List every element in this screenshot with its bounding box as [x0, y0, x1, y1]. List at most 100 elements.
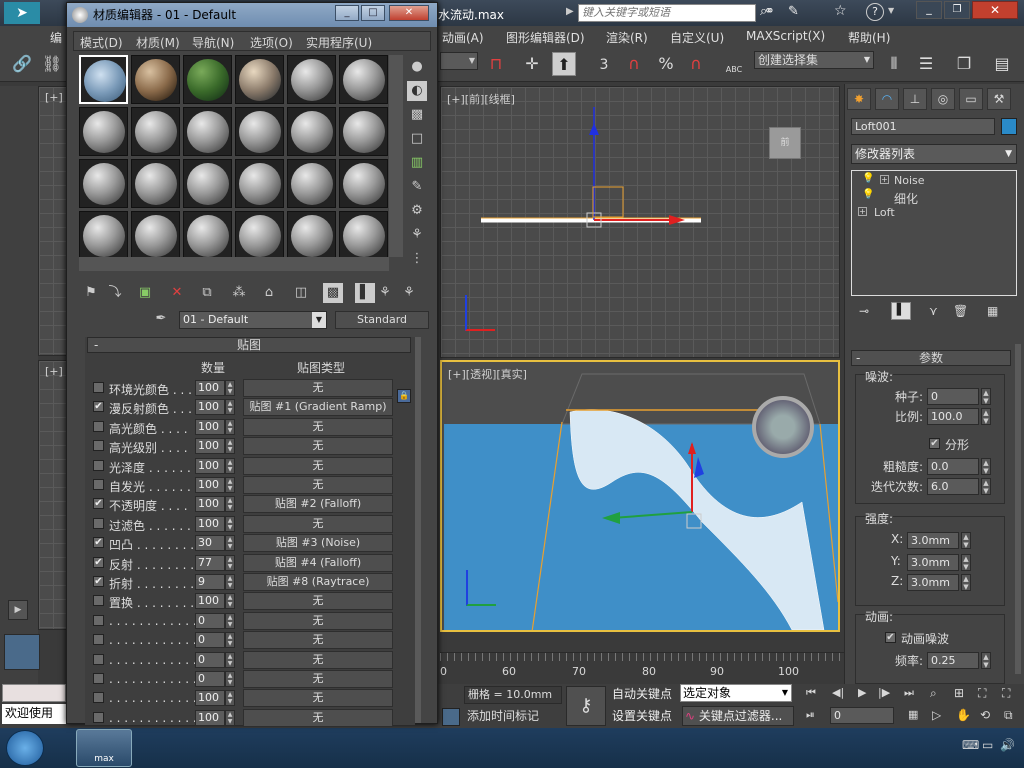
- help-dropdown-icon[interactable]: ▼: [888, 6, 894, 15]
- fov-icon[interactable]: ▷: [932, 708, 941, 722]
- map-enable-checkbox[interactable]: [93, 459, 104, 471]
- network-icon[interactable]: ▭: [982, 738, 993, 752]
- angle-snap-icon[interactable]: ∩: [622, 52, 646, 76]
- move-icon[interactable]: ✛: [520, 52, 544, 76]
- configure-sets-icon[interactable]: ▦: [987, 304, 998, 318]
- map-amount-field[interactable]: 100: [195, 438, 225, 455]
- align-icon[interactable]: ☰: [914, 52, 938, 76]
- go-to-end-icon[interactable]: ⏭: [904, 686, 914, 700]
- map-amount-field[interactable]: 100: [195, 457, 225, 474]
- prev-frame-icon[interactable]: ◀|: [832, 686, 844, 699]
- sample-slot[interactable]: [131, 211, 180, 260]
- slots-vscroll[interactable]: [389, 55, 403, 257]
- map-slot-button[interactable]: 贴图 #8 (Raytrace): [243, 573, 393, 591]
- iterations-spinner[interactable]: ▲ ▼: [981, 478, 991, 495]
- help-icon[interactable]: ?: [866, 3, 884, 21]
- binoculars-icon[interactable]: ⚭: [764, 4, 775, 19]
- show-end-result-icon[interactable]: ▌: [891, 302, 911, 320]
- isolate-icon[interactable]: [442, 708, 460, 726]
- utilities-tab-icon[interactable]: ⚒: [987, 88, 1011, 110]
- maximize-viewport-icon[interactable]: ⧉: [1004, 708, 1013, 723]
- menu-maxscript[interactable]: MAXScript(X): [746, 29, 825, 43]
- map-amount-spinner[interactable]: ▲ ▼: [225, 671, 235, 687]
- sample-slot[interactable]: [79, 159, 128, 208]
- material-map-navigator-icon[interactable]: ⋮: [407, 249, 427, 269]
- map-amount-field[interactable]: 30: [195, 535, 225, 552]
- sample-slot[interactable]: [339, 107, 388, 156]
- sample-slot[interactable]: [183, 159, 232, 208]
- material-type-button[interactable]: Standard: [335, 311, 429, 329]
- frequency-field[interactable]: 0.25: [927, 652, 979, 669]
- strength-z-field[interactable]: 3.0mm: [907, 574, 959, 591]
- make-copy-icon[interactable]: ⧉: [197, 283, 217, 303]
- map-amount-field[interactable]: 100: [195, 418, 225, 435]
- mirror-icon[interactable]: ⫴: [882, 52, 906, 76]
- stack-item-noise[interactable]: 💡 + Noise: [852, 173, 1016, 188]
- fractal-checkbox[interactable]: ✔: [929, 438, 940, 449]
- map-enable-checkbox[interactable]: [93, 420, 104, 432]
- minimize-button[interactable]: _: [916, 1, 942, 19]
- viewcube-sphere[interactable]: [752, 396, 814, 458]
- stack-item-tessellate[interactable]: 💡 细化: [852, 189, 1016, 206]
- params-rollout-header[interactable]: - 参数: [851, 350, 1011, 366]
- map-slot-button[interactable]: 无: [243, 456, 393, 475]
- map-slot-button[interactable]: 无: [243, 437, 393, 456]
- pan-icon[interactable]: ✋: [956, 708, 971, 722]
- object-color-swatch[interactable]: [1001, 118, 1017, 135]
- show-map-in-viewport-icon[interactable]: ▩: [323, 283, 343, 303]
- map-slot-button[interactable]: 无: [243, 417, 393, 436]
- map-enable-checkbox[interactable]: [93, 479, 104, 490]
- map-amount-spinner[interactable]: ▲ ▼: [225, 477, 235, 493]
- selected-object-dropdown[interactable]: 选定对象 ▼: [680, 684, 792, 702]
- tools-icon[interactable]: ✎: [788, 4, 799, 19]
- viewcube[interactable]: 前: [769, 127, 801, 159]
- zoom-all-icon[interactable]: ⊞: [954, 686, 964, 700]
- map-slot-button[interactable]: 无: [243, 592, 393, 611]
- me-menu-navigation[interactable]: 导航(N): [192, 34, 234, 51]
- sample-slot[interactable]: [287, 159, 336, 208]
- map-enable-checkbox[interactable]: [93, 653, 104, 665]
- sample-slot[interactable]: [339, 211, 388, 260]
- map-slot-button[interactable]: 贴图 #3 (Noise): [243, 534, 393, 553]
- menu-edit[interactable]: 编: [50, 29, 62, 46]
- named-selection-dropdown[interactable]: 创建选择集 ▼: [754, 51, 874, 69]
- pin-stack-icon[interactable]: ⊸: [859, 304, 869, 318]
- me-menu-utilities[interactable]: 实用程序(U): [306, 34, 372, 51]
- panel-scrollbar[interactable]: [1015, 344, 1021, 674]
- spinner-snap-icon[interactable]: ∩: [684, 52, 708, 76]
- app-logo-icon[interactable]: ➤: [4, 2, 40, 24]
- roughness-field[interactable]: 0.0: [927, 458, 979, 475]
- bulb-icon[interactable]: 💡: [862, 189, 874, 200]
- map-enable-checkbox[interactable]: [93, 711, 104, 723]
- map-enable-checkbox[interactable]: [93, 517, 104, 529]
- star-icon[interactable]: ☆: [834, 3, 847, 19]
- animate-noise-checkbox[interactable]: ✔: [885, 632, 896, 643]
- viewport-top-left[interactable]: [+]: [38, 86, 68, 356]
- hierarchy-tab-icon[interactable]: ⊥: [903, 88, 927, 110]
- map-amount-spinner[interactable]: ▲ ▼: [225, 651, 235, 668]
- unlink-icon[interactable]: ⛓: [40, 52, 64, 76]
- map-enable-checkbox[interactable]: [93, 634, 104, 646]
- me-menu-options[interactable]: 选项(O): [250, 34, 293, 51]
- sample-slot[interactable]: [287, 55, 336, 104]
- sample-slot[interactable]: [287, 107, 336, 156]
- map-amount-field[interactable]: 0: [195, 651, 225, 668]
- modify-tab-icon[interactable]: ◠: [875, 88, 899, 110]
- sample-slot[interactable]: [183, 107, 232, 156]
- set-key-icon[interactable]: ⚷: [566, 686, 606, 726]
- map-amount-field[interactable]: 0: [195, 671, 225, 687]
- pivot-icon[interactable]: ⊓: [484, 52, 508, 76]
- key-filters-button[interactable]: ∿ 关键点过滤器...: [682, 706, 794, 726]
- map-amount-field[interactable]: 0: [195, 632, 225, 649]
- material-name-field[interactable]: 01 - Default ▼: [179, 311, 327, 329]
- map-amount-spinner[interactable]: ▲ ▼: [225, 632, 235, 649]
- snap-toggle-icon[interactable]: 3: [592, 52, 616, 76]
- sample-type-icon[interactable]: ●: [407, 57, 427, 77]
- map-enable-checkbox[interactable]: ✔: [93, 401, 104, 413]
- map-amount-field[interactable]: 100: [195, 477, 225, 493]
- stack-item-loft[interactable]: + Loft: [852, 205, 1016, 220]
- map-enable-checkbox[interactable]: ✔: [93, 576, 104, 587]
- map-amount-spinner[interactable]: ▲ ▼: [225, 535, 235, 552]
- expand-icon[interactable]: +: [858, 207, 867, 216]
- select-by-material-icon[interactable]: ⚘: [407, 225, 427, 245]
